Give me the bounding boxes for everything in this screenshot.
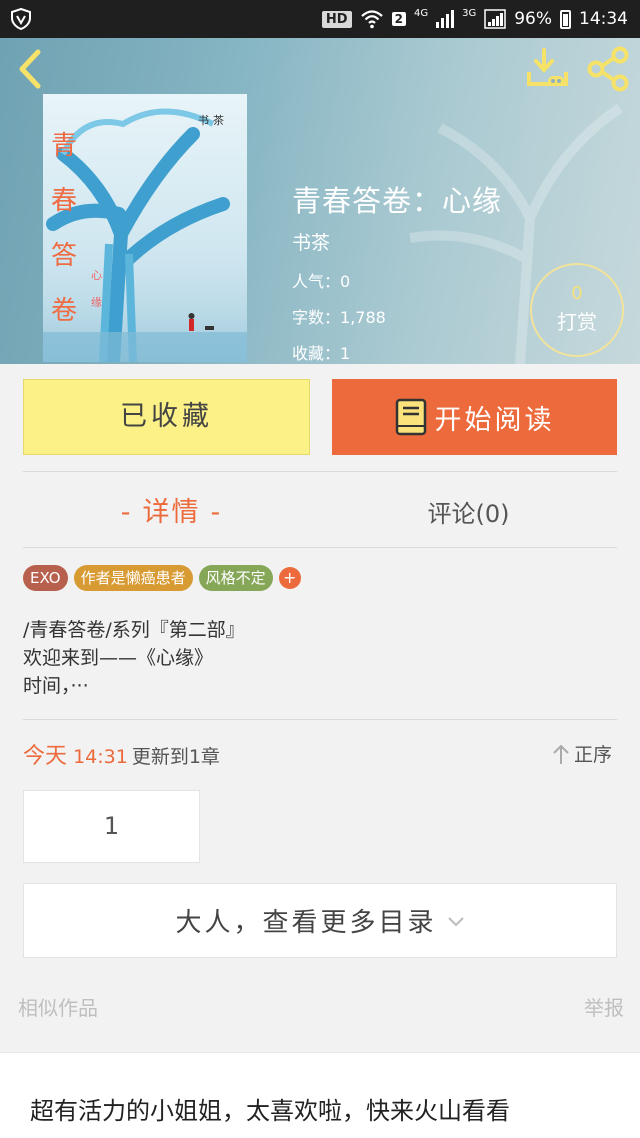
download-icon[interactable] (524, 46, 570, 92)
popularity: 人气：0 (292, 268, 350, 292)
tab-details-dash-right: - (210, 497, 223, 528)
book-author[interactable]: 书茶 (292, 228, 330, 255)
ad-banner[interactable]: 超有活力的小姐姐，太喜欢啦，快来火山看看 (0, 1052, 640, 1138)
tag-list: EXO 作者是懒癌患者 风格不定 + (23, 565, 301, 591)
clock: 14:34 (579, 9, 628, 29)
popularity-value: 0 (340, 272, 351, 291)
svg-text:青: 青 (51, 131, 77, 161)
back-chevron-icon[interactable] (14, 48, 48, 90)
sort-arrow-icon (553, 744, 569, 764)
wifi-icon (360, 10, 383, 29)
network-4g-label: 4G (413, 7, 429, 19)
tip-button[interactable]: 0 打赏 (530, 263, 624, 357)
divider (23, 471, 617, 472)
svg-text:书: 书 (198, 114, 209, 127)
update-date: 今天 (23, 744, 68, 769)
more-catalog-button[interactable]: 大人，查看更多目录 (23, 883, 617, 958)
sort-button[interactable]: 正序 (552, 740, 612, 767)
tab-details[interactable]: - 详情 - (23, 490, 320, 529)
signal-icon (436, 10, 455, 28)
start-reading-button[interactable]: 开始阅读 (332, 379, 617, 455)
favorites-label: 收藏： (292, 344, 341, 363)
shield-v-icon (11, 8, 31, 30)
chapter-item[interactable]: 1 (23, 790, 200, 863)
book-intro[interactable]: /青春答卷/系列『第二部』 欢迎来到——《心缘》 时间，··· (23, 616, 245, 700)
sim-number-badge: 2 (391, 12, 406, 26)
hd-badge: HD (321, 10, 352, 28)
tag-exo[interactable]: EXO (23, 565, 68, 591)
tab-details-label: 详情 (142, 497, 201, 528)
saved-button[interactable]: 已收藏 (23, 379, 310, 455)
tab-details-dash-left: - (120, 497, 133, 528)
battery-percent: 96% (514, 9, 552, 29)
popularity-label: 人气： (292, 272, 341, 291)
cover-illustration: 青 春 答 卷 书 茶 心 缘 (43, 108, 247, 362)
favorites-value: 1 (340, 344, 351, 363)
word-count-value: 1,788 (340, 308, 386, 327)
svg-text:春: 春 (51, 186, 77, 216)
chevron-down-icon (447, 916, 464, 926)
favorites: 收藏：1 (292, 340, 350, 364)
book-title: 青春答卷：心缘 (292, 184, 503, 218)
more-catalog-label: 大人，查看更多目录 (175, 908, 437, 938)
svg-text:答: 答 (51, 241, 77, 271)
tab-comments[interactable]: 评论(0) (320, 494, 617, 529)
word-count-label: 字数： (292, 308, 341, 327)
tip-count: 0 (571, 283, 583, 304)
add-tag-button[interactable]: + (278, 567, 301, 589)
tip-label: 打赏 (557, 310, 597, 334)
network-3g-label: 3G (462, 7, 477, 19)
update-text: 更新到1章 (131, 746, 220, 768)
intro-line: 时间，··· (23, 675, 89, 697)
status-bar: HD 2 4G 3G 96% 14:34 (0, 0, 640, 38)
divider (23, 719, 617, 720)
share-icon[interactable] (586, 46, 632, 92)
book-header: 青 春 答 卷 书 茶 心 缘 青春答卷：心缘 书茶 人气：0 字数：1,788… (0, 38, 640, 364)
battery-icon (560, 9, 571, 29)
tag-style[interactable]: 风格不定 (198, 565, 273, 591)
svg-text:卷: 卷 (51, 296, 77, 326)
report-button[interactable]: 举报 (584, 992, 624, 1021)
ad-text: 超有活力的小姐姐，太喜欢啦，快来火山看看 (30, 1097, 510, 1125)
similar-works-label: 相似作品 (18, 996, 98, 1020)
update-time: 14:31 (73, 746, 128, 768)
intro-line: /青春答卷/系列『第二部』 (23, 619, 245, 641)
book-icon (395, 398, 426, 436)
sort-label: 正序 (574, 744, 613, 766)
word-count: 字数：1,788 (292, 304, 386, 328)
svg-text:缘: 缘 (91, 296, 102, 309)
divider (23, 547, 617, 548)
tag-author[interactable]: 作者是懒癌患者 (73, 565, 193, 591)
intro-line: 欢迎来到——《心缘》 (23, 647, 214, 669)
start-reading-label: 开始阅读 (434, 404, 555, 436)
svg-text:心: 心 (91, 269, 102, 282)
svg-text:茶: 茶 (213, 114, 224, 127)
update-info: 今天 14:31 更新到1章 (23, 738, 220, 770)
signal-3g-icon (484, 9, 506, 29)
book-cover[interactable]: 青 春 答 卷 书 茶 心 缘 (43, 94, 247, 362)
